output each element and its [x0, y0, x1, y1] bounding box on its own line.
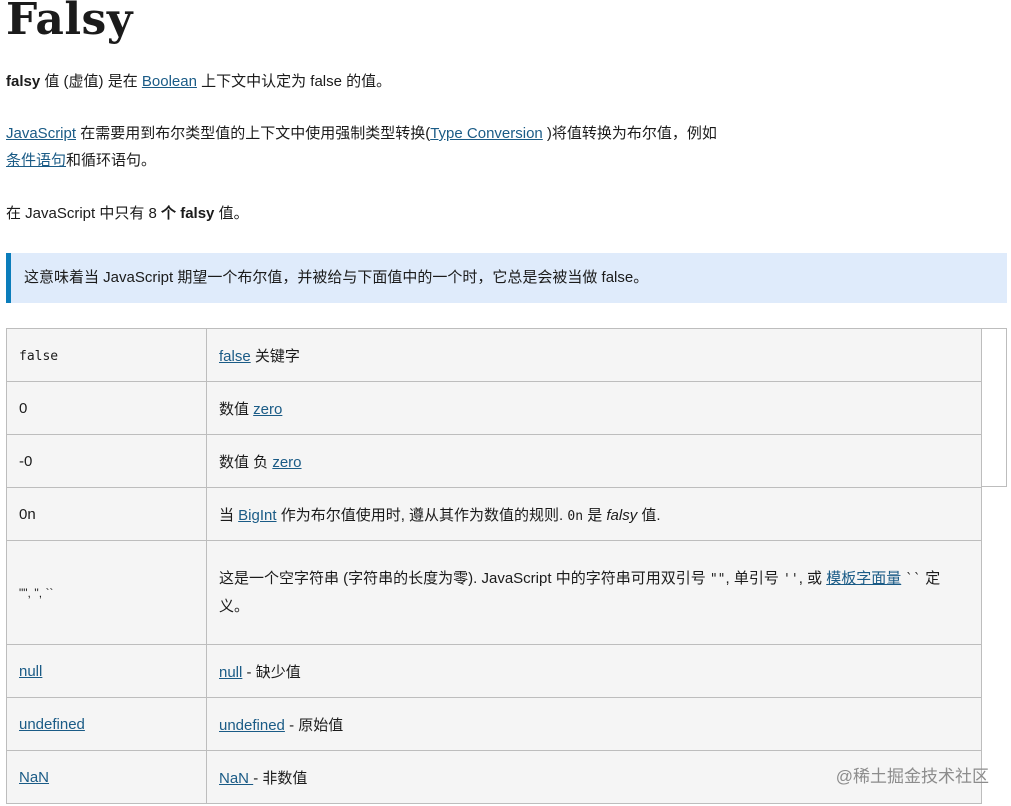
description-cell: 数值 zero — [206, 381, 982, 435]
value-cell: null — [6, 644, 207, 698]
page-title: Falsy — [6, 0, 133, 45]
value-cell: "", '', `` — [6, 540, 207, 645]
zero-link[interactable]: zero — [253, 401, 282, 418]
table-row: false false 关键字 — [6, 328, 982, 382]
table-row: 0 数值 zero — [6, 381, 982, 435]
falsy-term: falsy — [6, 73, 41, 90]
table-row: null null - 缺少值 — [6, 644, 982, 698]
count-paragraph: 在 JavaScript 中只有 8 个 falsy 值。 — [6, 205, 249, 222]
description-cell: 数值 负 zero — [206, 434, 982, 488]
undefined-link[interactable]: undefined — [219, 717, 285, 734]
note-callout: 这意味着当 JavaScript 期望一个布尔值，并被给与下面值中的一个时，它总… — [6, 253, 1007, 303]
null-link[interactable]: null — [219, 664, 242, 681]
conversion-paragraph: JavaScript 在需要用到布尔类型值的上下文中使用强制类型转换(Type … — [6, 125, 717, 169]
table-row: -0 数值 负 zero — [6, 434, 982, 488]
description-cell: false 关键字 — [206, 328, 982, 382]
conditional-statement-link[interactable]: 条件语句 — [6, 152, 66, 169]
table-row: "", '', `` 这是一个空字符串 (字符串的长度为零). JavaScri… — [6, 540, 982, 645]
value-cell: false — [6, 328, 207, 382]
javascript-link[interactable]: JavaScript — [6, 125, 76, 142]
value-cell: undefined — [6, 697, 207, 751]
false-link[interactable]: false — [219, 348, 251, 365]
description-cell: undefined - 原始值 — [206, 697, 982, 751]
watermark: @稀土掘金技术社区 — [835, 767, 989, 786]
boolean-link[interactable]: Boolean — [142, 73, 197, 90]
description-cell: 这是一个空字符串 (字符串的长度为零). JavaScript 中的字符串可用双… — [206, 540, 982, 645]
type-conversion-link[interactable]: Type Conversion — [430, 125, 543, 142]
value-cell: NaN — [6, 750, 207, 804]
description-cell: null - 缺少值 — [206, 644, 982, 698]
nan-value-link[interactable]: NaN — [19, 769, 49, 786]
undefined-value-link[interactable]: undefined — [19, 716, 85, 733]
value-cell: -0 — [6, 434, 207, 488]
table-row: 0n 当 BigInt 作为布尔值使用时, 遵从其作为数值的规则. 0n 是 f… — [6, 487, 982, 541]
description-cell: 当 BigInt 作为布尔值使用时, 遵从其作为数值的规则. 0n 是 fals… — [206, 487, 982, 541]
negative-zero-link[interactable]: zero — [272, 454, 301, 471]
table-row: undefined undefined - 原始值 — [6, 697, 982, 751]
intro-paragraph: falsy 值 (虚值) 是在 Boolean 上下文中认定为 false 的值… — [6, 73, 392, 90]
null-value-link[interactable]: null — [19, 663, 42, 680]
value-cell: 0n — [6, 487, 207, 541]
falsy-values-table: false false 关键字 0 数值 zero -0 数值 负 zero 0… — [6, 328, 982, 804]
bigint-link[interactable]: BigInt — [238, 507, 276, 524]
nan-link[interactable]: NaN — [219, 770, 253, 787]
value-cell: 0 — [6, 381, 207, 435]
template-literal-link[interactable]: 模板字面量 — [826, 570, 901, 587]
